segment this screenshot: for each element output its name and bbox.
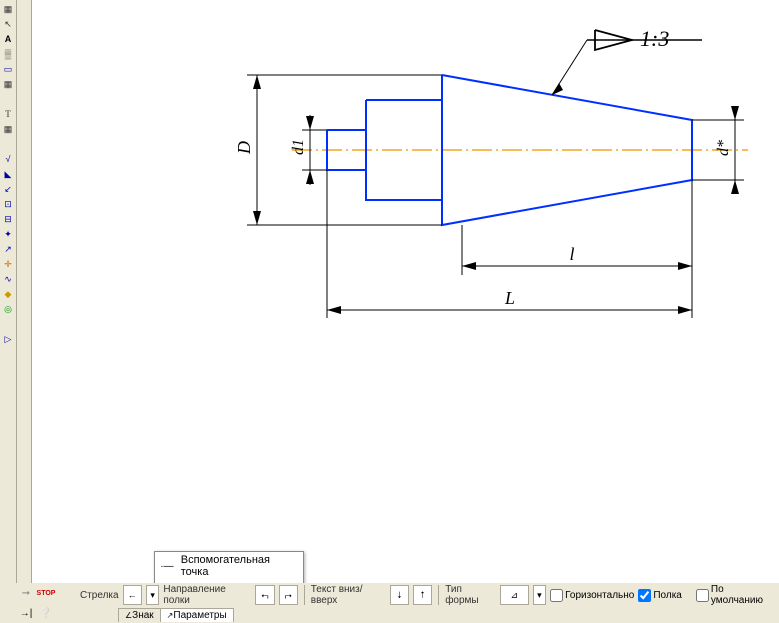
tab-params[interactable]: ↗Параметры <box>160 608 234 622</box>
arrow-dropdown-button[interactable]: ▾ <box>146 585 160 605</box>
tool-text-icon[interactable]: A <box>1 32 15 46</box>
horizontal-checkbox[interactable]: Горизонтально <box>550 589 634 602</box>
dim-l-text: l <box>569 244 574 264</box>
tool-tolerance-icon[interactable]: ⊟ <box>1 212 15 226</box>
dim-dstar-text: d* <box>715 140 732 156</box>
tool-spacer-1 <box>1 92 15 106</box>
shape-type-button[interactable]: ⊿ <box>500 585 529 605</box>
tool-grid-icon[interactable]: ▦ <box>1 77 15 91</box>
blank-icon <box>58 585 74 601</box>
shelf-check-label: Полка <box>653 590 682 601</box>
tab-sign[interactable]: ∠Знак <box>118 608 161 622</box>
shelf-left-button[interactable]: ⮢ <box>255 585 274 605</box>
tool-mark-icon[interactable]: ✦ <box>1 227 15 241</box>
stop-icon[interactable]: STOP <box>38 585 54 601</box>
more-icon[interactable]: →| <box>18 605 34 621</box>
shelf-checkbox[interactable]: Полка <box>638 589 682 602</box>
aux-point-icon: ·— <box>159 561 175 572</box>
tool-taper-icon[interactable]: ▷ <box>1 332 15 346</box>
popup-item-label: Вспомогательная точка <box>181 554 299 578</box>
blank2-icon <box>58 605 74 621</box>
dim-D-text: D <box>234 141 254 155</box>
tool-center-icon[interactable]: ✛ <box>1 257 15 271</box>
tool-circle-icon[interactable]: ◎ <box>1 302 15 316</box>
drawing-canvas[interactable]: D d1 d* l <box>32 0 779 623</box>
apply-icon[interactable]: ➞ <box>18 585 34 601</box>
help-icon[interactable]: ❔ <box>38 605 54 621</box>
tool-weld-icon[interactable]: ◆ <box>1 287 15 301</box>
tool-select-icon[interactable]: ▦ <box>1 2 15 16</box>
default-check-input[interactable] <box>696 589 709 602</box>
tool-text2-icon[interactable]: T <box>1 107 15 121</box>
text-updown-label: Текст вниз/вверх <box>311 584 386 606</box>
tool-line-icon[interactable]: ↗ <box>1 242 15 256</box>
dim-d1-text: d1 <box>290 139 307 155</box>
tool-base-icon[interactable]: ◣ <box>1 167 15 181</box>
text-up-button[interactable]: ⭡ <box>413 585 432 605</box>
tool-table-icon[interactable]: ▦ <box>1 122 15 136</box>
default-checkbox[interactable]: По умолчанию <box>696 584 775 606</box>
property-bar: Стрелка ← ▾ Направление полки ⮢ ⮣ Текст … <box>76 583 779 607</box>
tool-wave-icon[interactable]: ∿ <box>1 272 15 286</box>
property-tabs: ∠Знак ↗Параметры <box>76 607 779 623</box>
tool-roughness-icon[interactable]: √ <box>1 152 15 166</box>
shape-type-label: Тип формы <box>445 584 496 606</box>
vertical-toolbar-1: ▦ ↖ A ▒ ▭ ▦ T ▦ √ ◣ ↙ ⊡ ⊟ ✦ ↗ ✛ ∿ ◆ ◎ ▷ <box>0 0 17 623</box>
taper-ratio-text: 1:3 <box>640 26 669 51</box>
tool-hatch-icon[interactable]: ▒ <box>1 47 15 61</box>
shelf-check-input[interactable] <box>638 589 651 602</box>
tool-position-icon[interactable]: ⊡ <box>1 197 15 211</box>
dim-L-text: L <box>504 288 515 308</box>
shelf-right-button[interactable]: ⮣ <box>279 585 298 605</box>
horizontal-check-input[interactable] <box>550 589 563 602</box>
popup-item-aux-point[interactable]: ·— Вспомогательная точка <box>155 552 303 580</box>
tool-spacer-3 <box>1 317 15 331</box>
shape-type-dropdown[interactable]: ▾ <box>533 585 547 605</box>
technical-drawing: D d1 d* l <box>32 0 779 400</box>
arrow-label: Стрелка <box>80 590 119 601</box>
default-check-label: По умолчанию <box>711 584 775 606</box>
separator <box>304 585 305 605</box>
vertical-toolbar-2 <box>17 0 32 623</box>
arrow-style-button[interactable]: ← <box>123 585 142 605</box>
shelf-dir-label: Направление полки <box>163 584 251 606</box>
tool-cursor-icon[interactable]: ↖ <box>1 17 15 31</box>
tool-rect-icon[interactable]: ▭ <box>1 62 15 76</box>
tool-spacer-2 <box>1 137 15 151</box>
separator <box>438 585 439 605</box>
text-down-button[interactable]: ⭣ <box>390 585 409 605</box>
horizontal-check-label: Горизонтально <box>565 590 634 601</box>
action-buttons-block: ➞ STOP →| ❔ <box>16 583 77 623</box>
tool-leader-icon[interactable]: ↙ <box>1 182 15 196</box>
